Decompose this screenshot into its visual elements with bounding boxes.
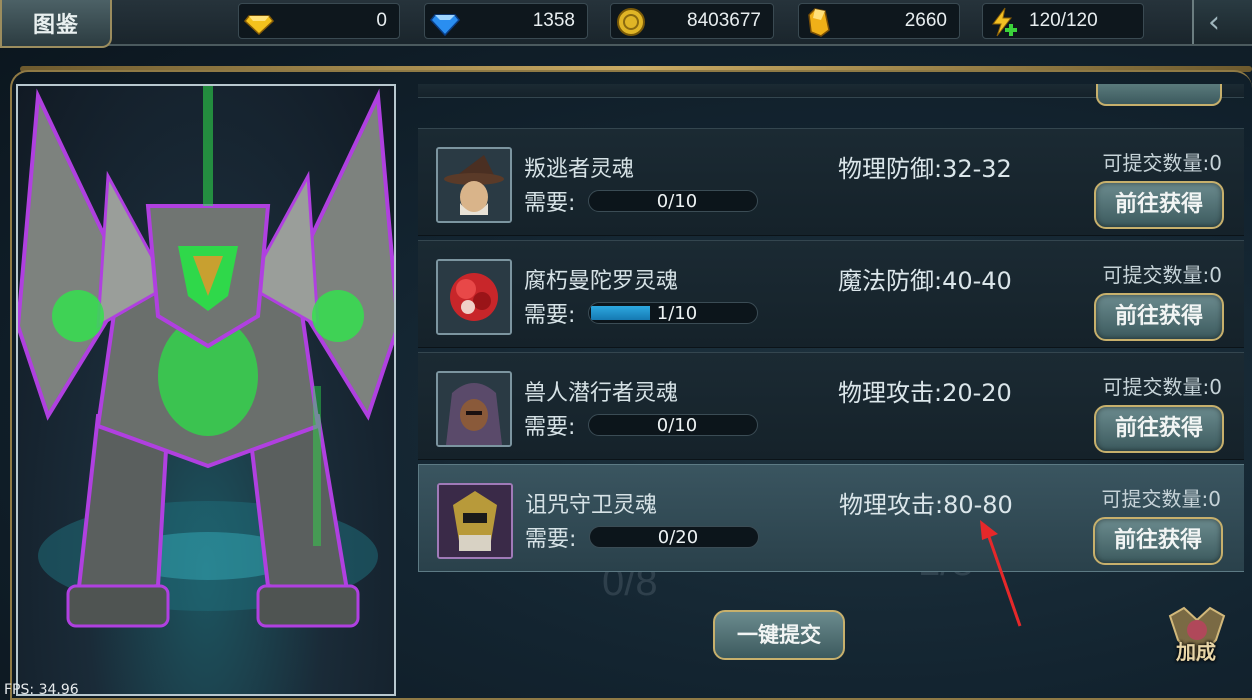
go-obtain-button[interactable]: 前往获得 (1094, 181, 1224, 229)
yellow-gem-icon (243, 15, 275, 36)
progress-text: 0/10 (656, 415, 698, 436)
list-item[interactable]: 叛逃者灵魂 需要: 0/10 物理防御:32-32 可提交数量:0 前往获得 (418, 128, 1244, 236)
list-item[interactable]: 腐朽曼陀罗灵魂 需要: 1/10 魔法防御:40-40 可提交数量:0 前往获得 (418, 240, 1244, 348)
resource-energy[interactable]: 120/120 (982, 3, 1144, 39)
soul-list[interactable]: 叛逃者灵魂 需要: 0/10 物理防御:32-32 可提交数量:0 前往获得 腐… (408, 84, 1244, 574)
progress-bar: 0/20 (589, 526, 759, 548)
bonus-label[interactable]: 加成 (1176, 636, 1216, 665)
resource-yellow-gem[interactable]: 0 (238, 3, 400, 39)
red-annotation-arrow (980, 520, 1022, 627)
gold-crystal-value: 2660 (904, 10, 947, 31)
list-item-partial (418, 84, 1244, 106)
fps-label: FPS: (4, 682, 35, 698)
progress-bar: 1/10 (588, 302, 758, 324)
gold-coin-value: 8403677 (687, 10, 761, 31)
item-name: 兽人潜行者灵魂 (524, 381, 679, 406)
progress-text: 0/20 (657, 527, 699, 548)
progress-bar: 0/10 (588, 414, 758, 436)
resource-gold-coin[interactable]: 8403677 (610, 3, 774, 39)
gold-coin-icon (617, 8, 645, 36)
need-label: 需要: (524, 303, 576, 328)
collapse-button[interactable]: ‹ (1192, 0, 1252, 44)
item-name: 腐朽曼陀罗灵魂 (524, 269, 679, 294)
energy-value: 120/120 (1029, 10, 1098, 31)
progress-bar: 0/10 (588, 190, 758, 212)
list-item[interactable]: 兽人潜行者灵魂 需要: 0/10 物理攻击:20-20 可提交数量:0 前往获得 (418, 352, 1244, 460)
item-name: 叛逃者灵魂 (524, 157, 635, 182)
gold-crystal-icon (808, 8, 830, 37)
go-obtain-button[interactable]: 前往获得 (1094, 405, 1224, 453)
submit-count: 可提交数量:0 (1102, 375, 1222, 399)
energy-plus-icon (992, 7, 1017, 37)
item-stat: 物理防御:32-32 (838, 155, 1012, 183)
go-obtain-button-partial[interactable] (1096, 84, 1222, 106)
monster-portrait (16, 84, 396, 696)
need-label: 需要: (524, 191, 576, 216)
progress-text: 0/10 (656, 191, 698, 212)
item-name: 诅咒守卫灵魂 (525, 493, 658, 518)
golden-guard-avatar (437, 483, 513, 559)
progress-text: 1/10 (656, 303, 698, 324)
need-label: 需要: (525, 527, 577, 552)
resource-blue-diamond[interactable]: 1358 (424, 3, 588, 39)
resource-gold-crystal[interactable]: 2660 (798, 3, 960, 39)
submit-count: 可提交数量:0 (1101, 487, 1221, 511)
go-obtain-button[interactable]: 前往获得 (1093, 517, 1223, 565)
chevron-left-icon: ‹ (1208, 5, 1220, 40)
wizard-hat-avatar (436, 147, 512, 223)
item-stat: 物理攻击:80-80 (839, 491, 1013, 519)
fps-value: 34.96 (38, 682, 79, 698)
hooded-orc-avatar (436, 371, 512, 447)
item-stat: 物理攻击:20-20 (838, 379, 1012, 407)
yellow-gem-value: 0 (376, 10, 387, 31)
submit-count: 可提交数量:0 (1102, 263, 1222, 287)
fps-counter: FPS: 34.96 (4, 682, 79, 698)
one-key-submit-button[interactable]: 一键提交 (713, 610, 845, 660)
stone-golem-illustration (18, 86, 394, 628)
item-stat: 魔法防御:40-40 (838, 267, 1012, 295)
red-flower-avatar (436, 259, 512, 335)
blue-diamond-value: 1358 (532, 10, 575, 31)
need-label: 需要: (524, 415, 576, 440)
top-bar: 图鉴 0 1358 8403677 2660 120/120 ‹ (0, 0, 1252, 48)
page-title: 图鉴 (0, 0, 112, 48)
list-item-selected[interactable]: 诅咒守卫灵魂 需要: 0/20 物理攻击:80-80 可提交数量:0 前往获得 (418, 464, 1244, 572)
go-obtain-button[interactable]: 前往获得 (1094, 293, 1224, 341)
submit-count: 可提交数量:0 (1102, 151, 1222, 175)
blue-diamond-icon (430, 14, 460, 37)
